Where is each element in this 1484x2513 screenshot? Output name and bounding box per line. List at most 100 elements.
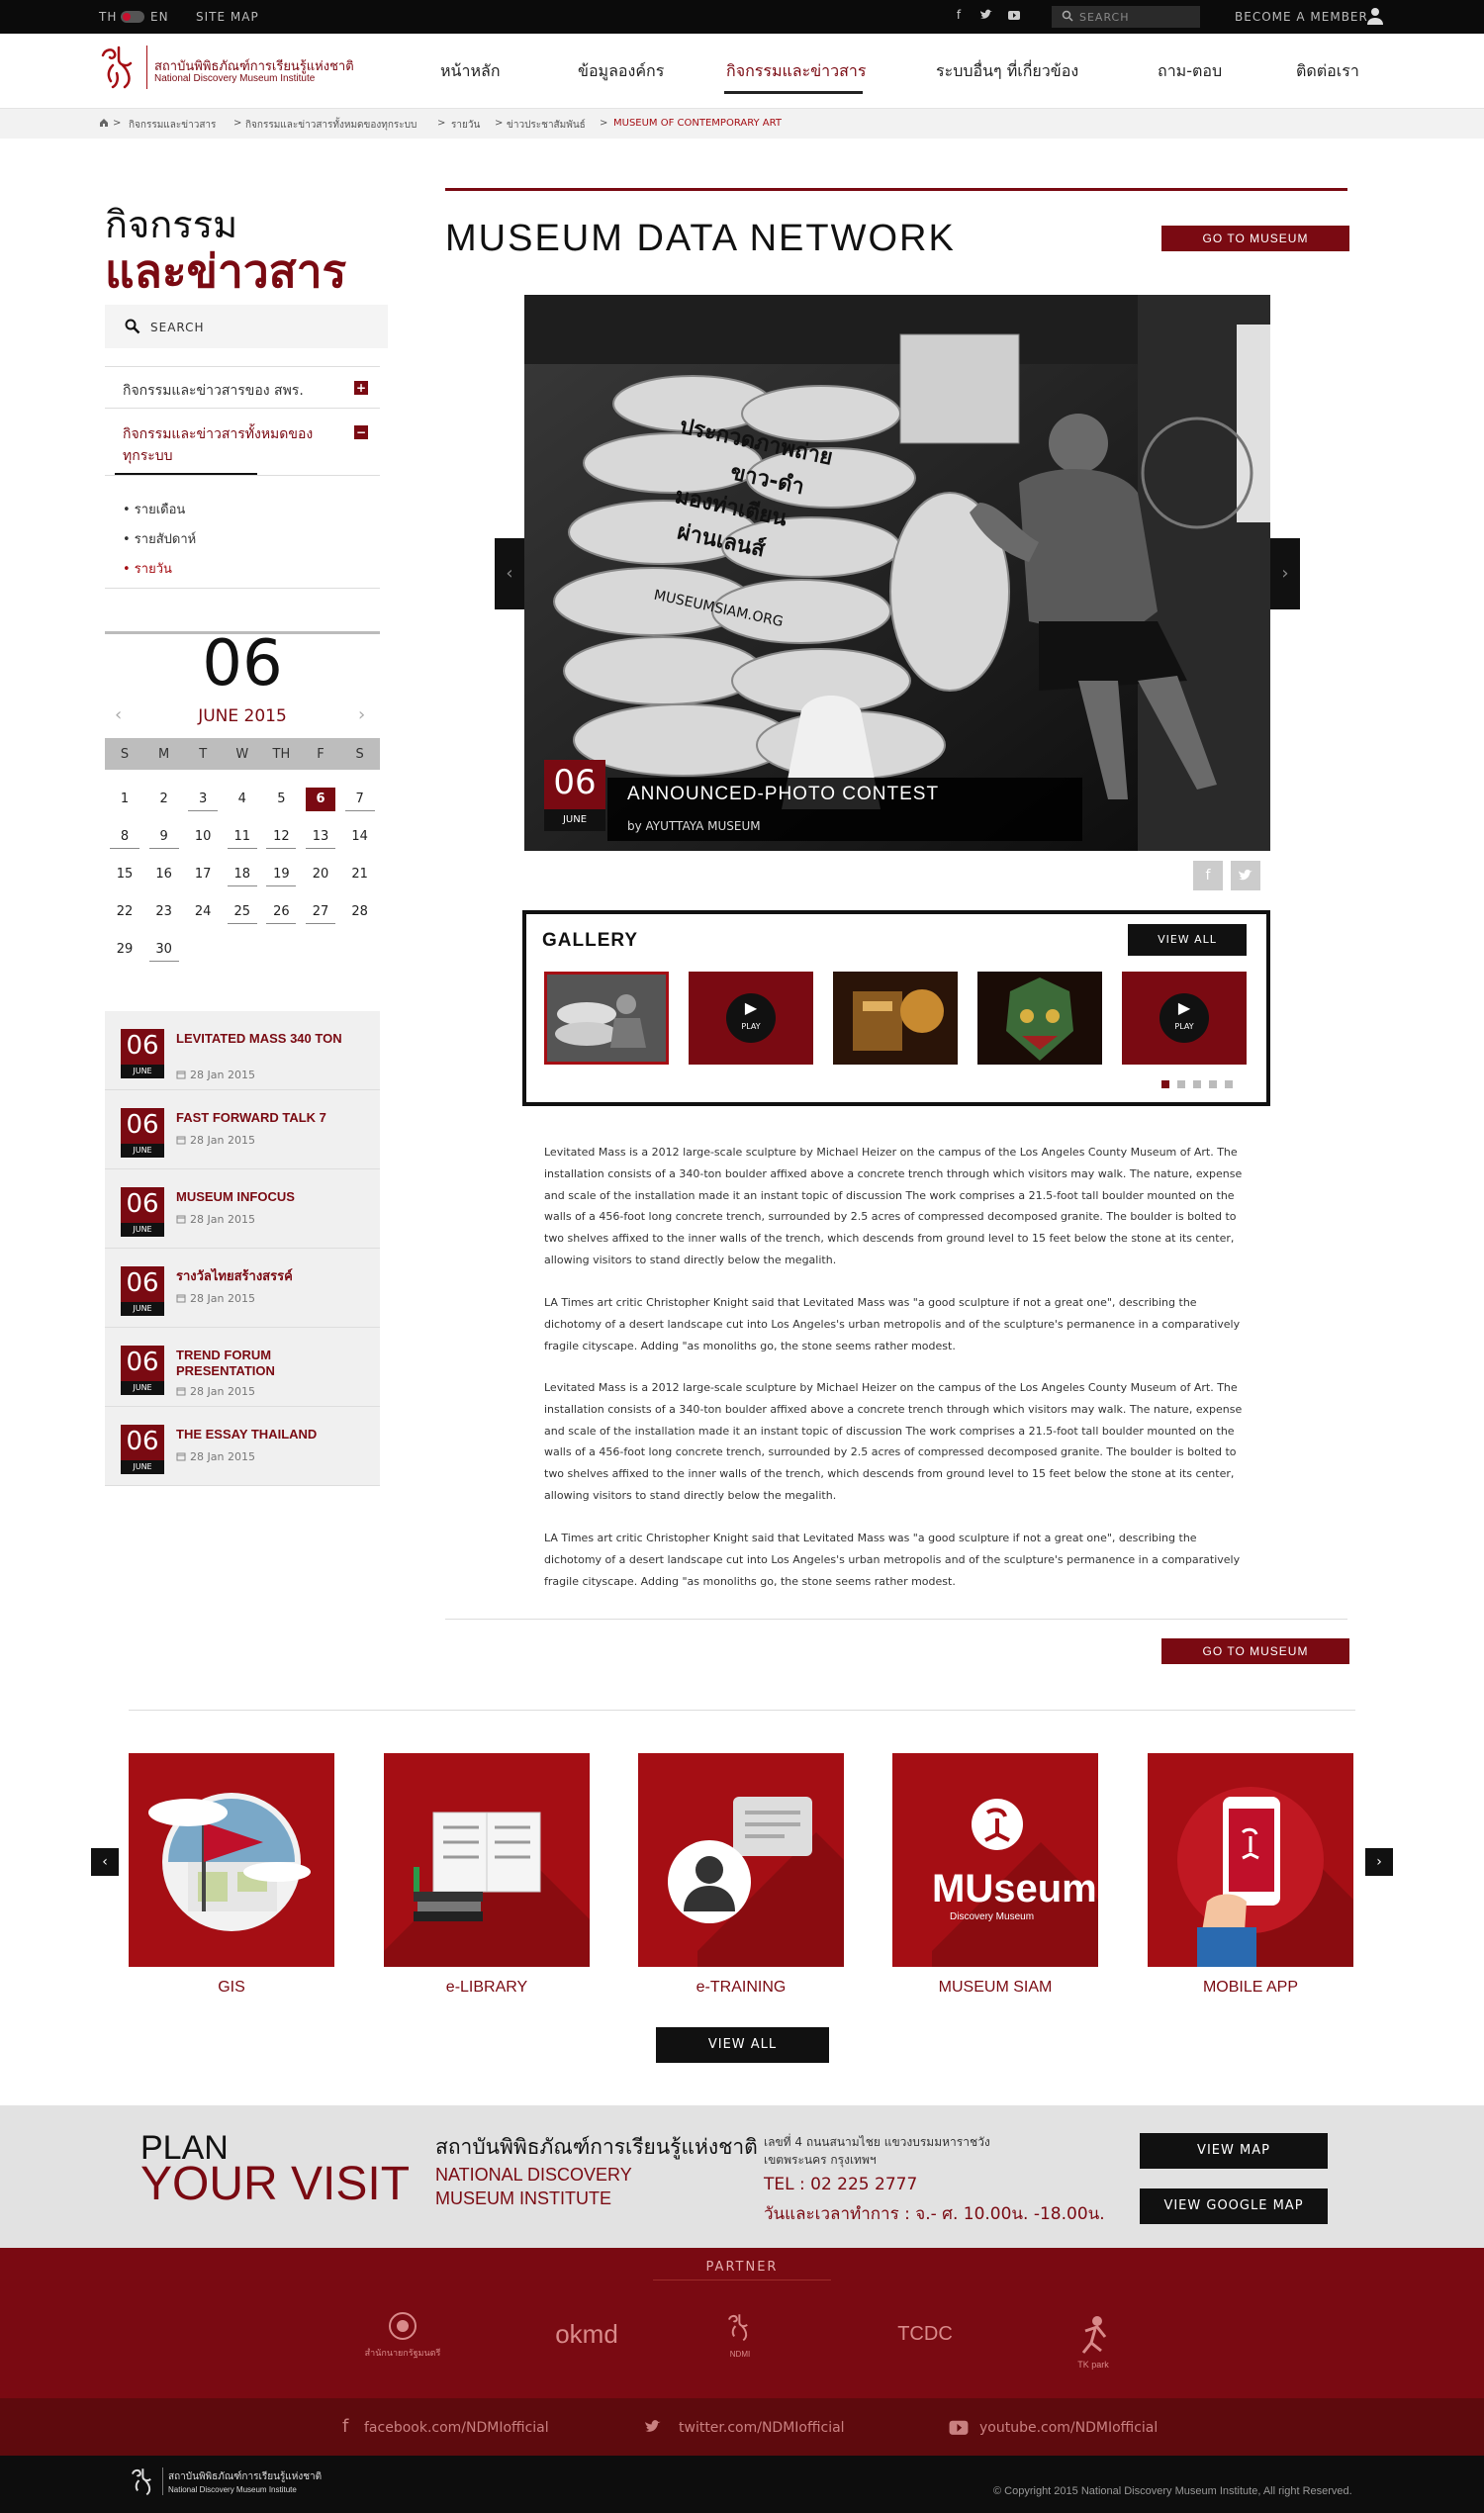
sidebar-sub-monthly[interactable]: • รายเดือน: [123, 499, 185, 519]
event-list-item[interactable]: 06 JUNE LEVITATED MASS 340 TON 28 Jan 2015: [105, 1011, 380, 1090]
event-title[interactable]: รางวัลไทยสร้างสรรค์: [176, 1268, 364, 1284]
nav-related-systems[interactable]: ระบบอื่นๆ ที่เกี่ยวข้อง: [936, 59, 1078, 84]
calendar-day[interactable]: 7: [344, 788, 375, 811]
quicklink-label[interactable]: GIS: [129, 1979, 334, 1997]
calendar-day[interactable]: 18: [227, 863, 257, 886]
calendar-day[interactable]: 16: [149, 863, 179, 886]
become-member-link[interactable]: BECOME A MEMBER: [1235, 10, 1368, 24]
twitter-icon[interactable]: [643, 2418, 663, 2440]
quicklinks-next-button[interactable]: ›: [1365, 1848, 1393, 1876]
sidebar-sub-weekly[interactable]: • รายสัปดาห์: [123, 528, 196, 549]
calendar-day[interactable]: 27: [306, 900, 335, 924]
ndmi-logo-icon[interactable]: [129, 2466, 158, 2499]
event-title[interactable]: MUSEUM INFOCUS: [176, 1189, 364, 1205]
sidebar-menu-all-systems-2[interactable]: ทุกระบบ: [123, 445, 173, 467]
quicklink-label[interactable]: e-LIBRARY: [384, 1979, 590, 1997]
go-to-museum-button-bottom[interactable]: GO TO MUSEUM: [1161, 1638, 1349, 1664]
event-list-item[interactable]: 06 JUNE FAST FORWARD TALK 7 28 Jan 2015: [105, 1090, 380, 1169]
play-icon[interactable]: ▶ PLAY: [1159, 993, 1209, 1043]
partner-logo-tcdc[interactable]: TCDC: [881, 2323, 970, 2346]
gallery-view-all-button[interactable]: VIEW ALL: [1128, 924, 1247, 956]
expand-plus-icon[interactable]: +: [354, 381, 368, 395]
partner-logo-ndmi[interactable]: NDMI: [720, 2311, 760, 2359]
quicklink-label[interactable]: e-TRAINING: [638, 1979, 844, 1997]
lang-th[interactable]: TH: [99, 10, 117, 24]
twitter-link[interactable]: twitter.com/NDMIofficial: [679, 2420, 845, 2436]
event-list-item[interactable]: 06 JUNE THE ESSAY THAILAND 28 Jan 2015: [105, 1407, 380, 1486]
quicklinks-prev-button[interactable]: ‹: [91, 1848, 119, 1876]
gallery-dot[interactable]: [1225, 1080, 1233, 1088]
calendar-day[interactable]: 10: [188, 825, 218, 849]
calendar-day[interactable]: 12: [266, 825, 297, 849]
quicklinks-view-all-button[interactable]: VIEW ALL: [656, 2027, 829, 2063]
partner-logo-okmd[interactable]: okmd: [542, 2319, 631, 2350]
quicklink-etraining[interactable]: [638, 1753, 844, 1967]
calendar-day[interactable]: 23: [149, 900, 179, 924]
facebook-icon[interactable]: f: [952, 8, 966, 22]
share-facebook-icon[interactable]: f: [1193, 861, 1223, 890]
calendar-day[interactable]: 6: [306, 788, 335, 811]
calendar-day[interactable]: 4: [228, 788, 257, 811]
calendar-day[interactable]: 14: [345, 825, 375, 849]
go-to-museum-button[interactable]: GO TO MUSEUM: [1161, 226, 1349, 251]
quicklink-gis[interactable]: [129, 1753, 334, 1967]
calendar-day[interactable]: 2: [149, 788, 179, 811]
calendar-day[interactable]: 26: [266, 900, 297, 924]
facebook-icon[interactable]: f: [342, 2416, 348, 2437]
nav-organization[interactable]: ข้อมูลองค์กร: [578, 59, 664, 84]
quicklink-label[interactable]: MOBILE APP: [1148, 1979, 1353, 1997]
user-icon[interactable]: [1365, 6, 1385, 29]
breadcrumb-item[interactable]: ข่าวประชาสัมพันธ์: [507, 118, 586, 133]
share-twitter-icon[interactable]: [1231, 861, 1260, 890]
top-search-input[interactable]: SEARCH: [1052, 6, 1200, 28]
youtube-link[interactable]: youtube.com/NDMIofficial: [979, 2420, 1158, 2436]
gallery-dot[interactable]: [1177, 1080, 1185, 1088]
lang-en[interactable]: EN: [150, 10, 169, 24]
facebook-link[interactable]: facebook.com/NDMIofficial: [364, 2420, 549, 2436]
quicklink-mobile-app[interactable]: [1148, 1753, 1353, 1967]
partner-logo-pm-office[interactable]: สำนักนายกรัฐมนตรี: [358, 2311, 447, 2360]
calendar-day[interactable]: 17: [188, 863, 218, 886]
view-map-button[interactable]: VIEW MAP: [1140, 2133, 1328, 2169]
slide-prev-button[interactable]: ‹: [495, 538, 524, 609]
nav-contact[interactable]: ติดต่อเรา: [1296, 59, 1359, 84]
calendar-day[interactable]: 28: [345, 900, 375, 924]
gallery-thumb[interactable]: [544, 972, 669, 1065]
youtube-icon[interactable]: [948, 2416, 970, 2442]
calendar-day[interactable]: 20: [306, 863, 335, 886]
calendar-day[interactable]: 3: [188, 788, 219, 811]
breadcrumb-item[interactable]: รายวัน: [451, 118, 480, 133]
event-list-item[interactable]: 06 JUNE MUSEUM INFOCUS 28 Jan 2015: [105, 1169, 380, 1249]
slide-title[interactable]: ANNOUNCED-PHOTO CONTEST: [607, 778, 1082, 811]
gallery-thumb[interactable]: [977, 972, 1102, 1065]
calendar-day[interactable]: 11: [227, 825, 257, 849]
view-google-map-button[interactable]: VIEW GOOGLE MAP: [1140, 2188, 1328, 2224]
partner-logo-tkpark[interactable]: TK park: [1068, 2315, 1118, 2370]
event-list-item[interactable]: 06 JUNE TREND FORUM PRESENTATION 28 Jan 201…: [105, 1328, 380, 1407]
event-title[interactable]: TREND FORUM PRESENTATION: [176, 1348, 364, 1379]
calendar-day[interactable]: 21: [345, 863, 375, 886]
quicklink-label[interactable]: MUSEUM SIAM: [892, 1979, 1098, 1997]
calendar-day[interactable]: 9: [148, 825, 179, 849]
breadcrumb-item[interactable]: กิจกรรมและข่าวสาร: [129, 118, 216, 133]
sidebar-sub-daily[interactable]: • รายวัน: [123, 558, 172, 579]
gallery-dot[interactable]: [1193, 1080, 1201, 1088]
sidebar-menu-all-systems[interactable]: กิจกรรมและข่าวสารทั้งหมดของ: [123, 423, 313, 445]
ndmi-logo-icon[interactable]: [97, 44, 142, 93]
sidebar-menu-nstda[interactable]: กิจกรรมและข่าวสารของ สพร.: [123, 380, 304, 402]
gallery-dot-active[interactable]: [1161, 1080, 1169, 1088]
calendar-day[interactable]: 5: [266, 788, 296, 811]
nav-faq[interactable]: ถาม-ตอบ: [1158, 59, 1222, 84]
calendar-day[interactable]: 8: [110, 825, 139, 849]
nav-home[interactable]: หน้าหลัก: [440, 59, 501, 84]
calendar-day[interactable]: 15: [110, 863, 139, 886]
calendar-day[interactable]: 13: [306, 825, 335, 849]
calendar-day[interactable]: 22: [110, 900, 139, 924]
calendar-day[interactable]: 30: [148, 938, 179, 962]
site-map-link[interactable]: SITE MAP: [196, 10, 259, 24]
event-title[interactable]: THE ESSAY THAILAND: [176, 1427, 364, 1443]
calendar-day[interactable]: 19: [266, 863, 297, 886]
calendar-day[interactable]: 25: [227, 900, 257, 924]
sidebar-search-input[interactable]: SEARCH: [105, 305, 388, 348]
event-title[interactable]: FAST FORWARD TALK 7: [176, 1110, 364, 1126]
